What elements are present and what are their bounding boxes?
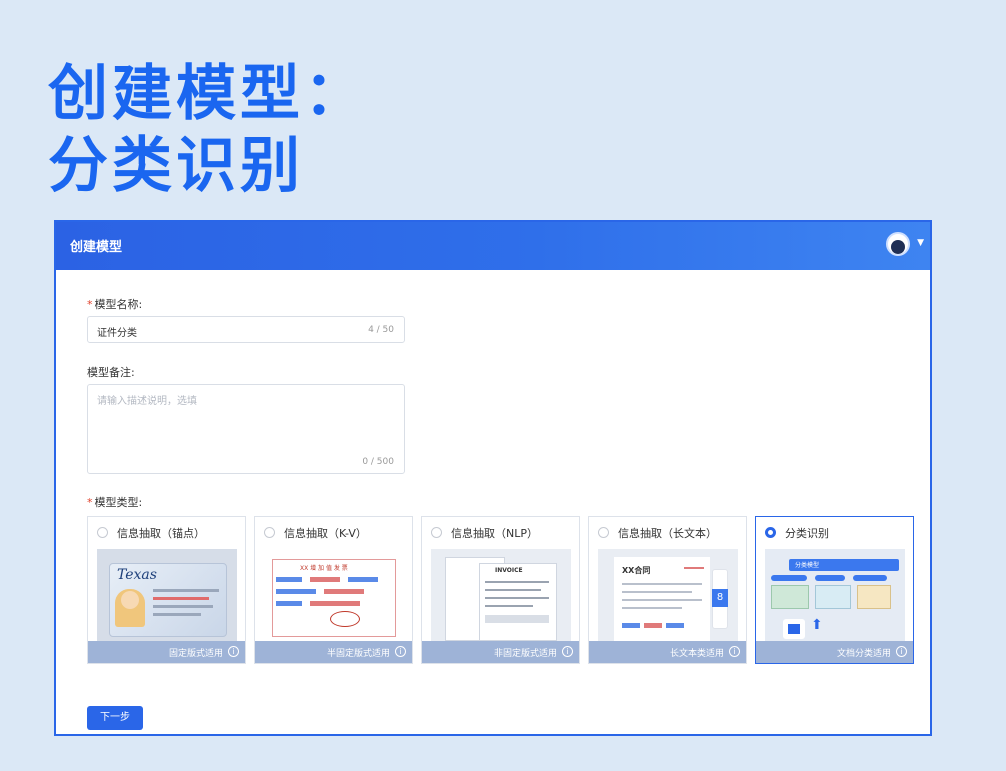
type-card-title: 信息抽取（NLP） xyxy=(451,527,538,540)
info-icon[interactable]: i xyxy=(395,646,406,657)
radio-icon[interactable] xyxy=(264,527,275,538)
type-card-footer: 固定版式适用 i xyxy=(88,641,245,663)
type-card-classify[interactable]: 分类识别 分类模型 ⬆ 文档分类适用 i xyxy=(755,516,914,664)
app-title: 创建模型 xyxy=(70,240,123,255)
top-bar: 创建模型 ▼ xyxy=(56,222,930,270)
radio-icon[interactable] xyxy=(598,527,609,538)
upload-icon xyxy=(783,619,805,639)
type-card-long-text[interactable]: 信息抽取（长文本） XX合同 8 长文本类适用 i xyxy=(588,516,747,664)
type-card-footer: 长文本类适用 i xyxy=(589,641,746,663)
radio-icon[interactable] xyxy=(431,527,442,538)
user-avatar-icon[interactable] xyxy=(886,232,910,256)
type-card-desc: 非固定版式适用 xyxy=(493,649,557,659)
next-step-button[interactable]: 下一步 xyxy=(87,706,143,730)
long-text-title: XX合同 xyxy=(622,566,651,575)
radio-icon[interactable] xyxy=(97,527,108,538)
type-card-footer: 半固定版式适用 i xyxy=(255,641,412,663)
model-note-label: 模型备注: xyxy=(87,366,135,379)
model-note-placeholder: 请输入描述说明，选填 xyxy=(97,396,197,407)
model-note-textarea[interactable]: 请输入描述说明，选填 0 / 500 xyxy=(87,384,405,474)
model-type-label: * 模型类型: xyxy=(87,496,143,509)
type-card-title: 分类识别 xyxy=(785,527,829,540)
headline-line-1: 创建模型： xyxy=(48,59,368,129)
type-card-footer: 非固定版式适用 i xyxy=(422,641,579,663)
caret-down-icon[interactable]: ▼ xyxy=(917,238,924,248)
model-name-input[interactable]: 证件分类 4 / 50 xyxy=(87,316,405,343)
license-preview: Texas xyxy=(97,549,237,641)
model-name-value: 证件分类 xyxy=(97,328,137,339)
model-name-label: * 模型名称: xyxy=(87,298,143,311)
type-card-anchor[interactable]: 信息抽取（锚点） Texas 固定版式适用 i xyxy=(87,516,246,664)
nlp-heading: INVOICE xyxy=(495,567,523,574)
type-card-desc: 半固定版式适用 xyxy=(326,649,390,659)
radio-icon[interactable] xyxy=(765,527,776,538)
invoice-title: XX 增 加 值 发 票 xyxy=(300,565,348,572)
long-text-preview: XX合同 8 xyxy=(598,549,738,641)
info-icon[interactable]: i xyxy=(729,646,740,657)
app-window: 创建模型 ▼ * 模型名称: 证件分类 4 / 50 模型备注: 请输入描述说明，… xyxy=(54,220,932,736)
texas-text: Texas xyxy=(117,567,157,583)
type-card-title: 信息抽取（锚点） xyxy=(117,527,205,540)
type-card-title: 信息抽取（长文本） xyxy=(618,527,717,540)
type-card-title: 信息抽取（K-V） xyxy=(284,527,367,540)
page-number: 8 xyxy=(712,589,728,607)
model-name-count: 4 / 50 xyxy=(368,325,394,335)
type-card-desc: 长文本类适用 xyxy=(669,649,724,659)
info-icon[interactable]: i xyxy=(228,646,239,657)
model-note-count: 0 / 500 xyxy=(362,457,394,467)
type-card-nlp[interactable]: 信息抽取（NLP） INVOICE 非固定版式适用 i xyxy=(421,516,580,664)
arrow-up-icon: ⬆ xyxy=(811,617,823,633)
type-card-footer: 文档分类适用 i xyxy=(756,641,913,663)
classify-preview: 分类模型 ⬆ xyxy=(765,549,905,641)
nlp-preview: INVOICE xyxy=(431,549,571,641)
invoice-preview: XX 增 加 值 发 票 xyxy=(264,549,404,641)
type-card-desc: 固定版式适用 xyxy=(168,649,223,659)
classify-title: 分类模型 xyxy=(795,562,820,569)
info-icon[interactable]: i xyxy=(562,646,573,657)
type-card-kv[interactable]: 信息抽取（K-V） XX 增 加 值 发 票 半固定版式适用 i xyxy=(254,516,413,664)
create-model-form: * 模型名称: 证件分类 4 / 50 模型备注: 请输入描述说明，选填 0 / … xyxy=(66,278,922,734)
type-card-desc: 文档分类适用 xyxy=(836,649,891,659)
info-icon[interactable]: i xyxy=(896,646,907,657)
page-headline: 创建模型： 分类识别 xyxy=(48,58,368,202)
headline-line-2: 分类识别 xyxy=(48,131,304,201)
